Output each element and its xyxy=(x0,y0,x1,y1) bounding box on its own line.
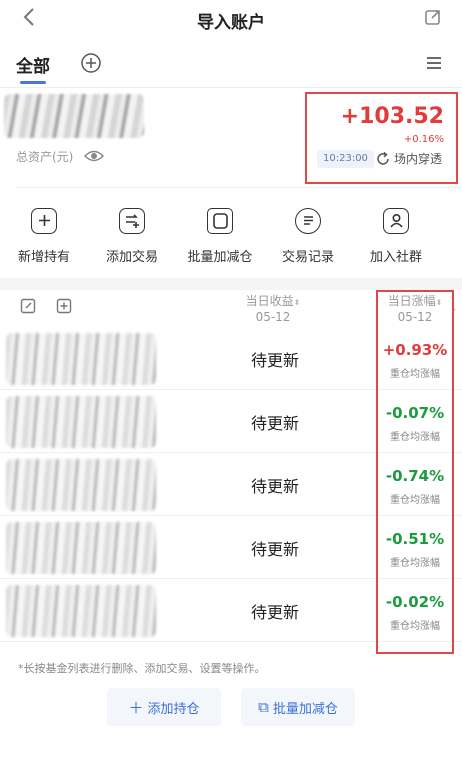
total-assets-label: 总资产(元) xyxy=(16,150,74,164)
section-gap xyxy=(0,278,462,290)
action-label: 交易记录 xyxy=(281,250,334,265)
redacted-fund-name xyxy=(6,522,156,574)
redacted-fund-name xyxy=(6,459,156,511)
menu-icon[interactable] xyxy=(425,55,443,71)
copy-icon: ⧉ xyxy=(258,698,269,716)
redacted-total-assets xyxy=(4,94,144,138)
action-add-trade[interactable]: 添加交易 xyxy=(88,198,176,274)
page-title: 导入账户 xyxy=(197,13,265,33)
action-join-group[interactable]: 加入社群 xyxy=(352,198,440,274)
daily-pnl-percent: +0.16% xyxy=(403,134,444,145)
redacted-fund-name xyxy=(6,396,156,448)
action-label: 添加交易 xyxy=(105,250,158,265)
record-icon xyxy=(295,208,321,234)
edit-icon[interactable] xyxy=(20,298,36,314)
redacted-fund-name xyxy=(6,585,156,637)
sort-icon: ⬍ xyxy=(293,298,301,307)
account-tabs: 全部 xyxy=(0,44,462,88)
plus-icon: ＋ xyxy=(128,698,144,717)
tab-all[interactable]: 全部 xyxy=(16,52,50,77)
action-label: 批量加减仓 xyxy=(187,250,253,265)
batch-copy-icon xyxy=(207,208,233,234)
plus-circle-icon[interactable] xyxy=(80,52,102,74)
row-income-status: 待更新 xyxy=(250,540,299,559)
row-income-status: 待更新 xyxy=(250,603,299,622)
action-label: 新增持有 xyxy=(17,250,70,265)
plus-square-icon[interactable] xyxy=(56,298,72,314)
penetrate-label: 场内穿透 xyxy=(394,152,443,166)
eye-icon[interactable] xyxy=(83,148,105,162)
list-hint: *长按基金列表进行删除、添加交易、设置等操作。 xyxy=(18,662,266,675)
nav-bar: 导入账户 xyxy=(0,0,462,38)
share-icon[interactable] xyxy=(424,8,444,28)
tab-active-indicator xyxy=(20,81,46,84)
group-icon xyxy=(383,208,409,234)
daily-change-highlight xyxy=(376,290,454,654)
action-bar: 新增持有 添加交易 批量加减仓 交易记录 加入社群 xyxy=(0,198,462,274)
account-summary: 总资产(元) +103.52 +0.16% 10:23:00 场内穿透 xyxy=(0,88,462,188)
row-income-status: 待更新 xyxy=(250,477,299,496)
column-daily-income[interactable]: 当日收益⬍ 05-12 xyxy=(238,294,308,325)
action-batch-adjust[interactable]: 批量加减仓 xyxy=(176,198,264,274)
row-income-status: 待更新 xyxy=(250,351,299,370)
plus-box-icon xyxy=(31,208,57,234)
update-time-badge: 10:23:00 xyxy=(317,150,374,168)
row-income-status: 待更新 xyxy=(250,414,299,433)
daily-pnl-highlight: +103.52 +0.16% 10:23:00 场内穿透 xyxy=(305,92,458,184)
daily-pnl-value: +103.52 xyxy=(340,104,444,129)
column-date: 05-12 xyxy=(255,310,291,324)
divider xyxy=(16,187,462,188)
redacted-fund-name xyxy=(6,333,156,385)
action-add-holding[interactable]: 新增持有 xyxy=(0,198,88,274)
refresh-icon xyxy=(375,151,391,167)
add-holding-button[interactable]: ＋ 添加持仓 xyxy=(107,688,221,726)
action-label: 加入社群 xyxy=(369,250,422,265)
batch-adjust-button[interactable]: ⧉ 批量加减仓 xyxy=(241,688,355,726)
penetrate-button[interactable]: 场内穿透 xyxy=(375,149,442,169)
action-trade-record[interactable]: 交易记录 xyxy=(264,198,352,274)
trade-add-icon xyxy=(119,208,145,234)
